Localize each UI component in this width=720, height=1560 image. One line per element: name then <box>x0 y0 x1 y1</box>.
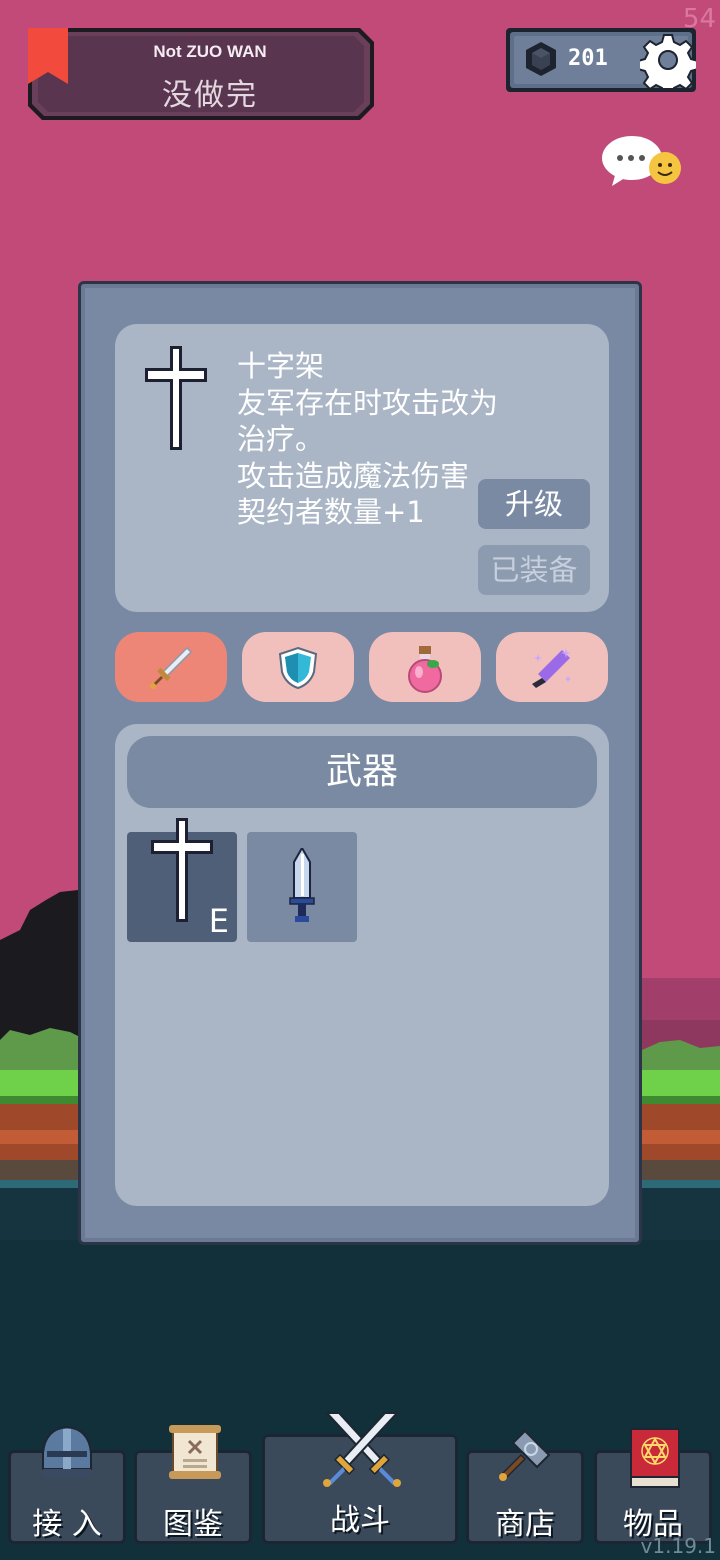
nav-codex-button[interactable]: 图鉴 <box>134 1425 252 1544</box>
nav-shop-label: 商店 <box>495 1507 555 1542</box>
hammer-icon <box>499 1429 551 1481</box>
description-line: 治疗。 <box>237 422 325 456</box>
gem-icon <box>526 42 556 76</box>
upgrade-button[interactable]: 升级 <box>478 479 590 529</box>
tab-armor[interactable] <box>242 632 354 702</box>
helmet-icon <box>42 1425 92 1477</box>
inventory-panel: 武器 E <box>115 724 609 1206</box>
bookmark-icon <box>28 28 68 84</box>
save-title-cn: 没做完 <box>162 78 258 113</box>
crossed-swords-icon <box>323 1412 401 1487</box>
tab-magic[interactable] <box>496 632 608 702</box>
category-tabs <box>115 632 609 702</box>
item-detail-card: 十字架 友军存在时攻击改为 治疗。 攻击造成魔法伤害 契约者数量+1 升级 已装… <box>115 324 609 612</box>
nav-shop-button[interactable]: 商店 <box>466 1429 584 1544</box>
nav-access-label: 接 入 <box>32 1507 102 1542</box>
save-title-plate[interactable]: Not ZUO WAN 没做完 <box>28 28 374 120</box>
gear-icon[interactable] <box>640 32 696 88</box>
version-label: v1.19.1 <box>640 1534 716 1558</box>
sword-icon <box>150 646 193 689</box>
nav-codex-label: 图鉴 <box>163 1507 223 1542</box>
nav-battle-label: 战斗 <box>330 1503 390 1538</box>
inventory-header: 武器 <box>127 736 597 808</box>
equipped-button[interactable]: 已装备 <box>478 545 590 595</box>
tab-weapons[interactable] <box>115 632 227 702</box>
inventory-slot-dagger[interactable] <box>247 832 357 942</box>
inventory-slot-cross[interactable]: E <box>127 818 237 942</box>
dagger-icon <box>289 848 315 922</box>
equipped-badge: E <box>208 902 229 940</box>
nav-items-button[interactable]: 物品 <box>594 1428 712 1544</box>
potion-icon <box>408 646 442 693</box>
chat-icon[interactable] <box>600 132 686 192</box>
nav-access-button[interactable]: 接 入 <box>8 1425 126 1544</box>
cross-icon <box>151 818 213 922</box>
tab-potions[interactable] <box>369 632 481 702</box>
scroll-icon <box>169 1425 221 1479</box>
currency-box: 201 <box>506 28 696 92</box>
description-line: 友军存在时攻击改为 <box>237 385 499 420</box>
bottom-nav: 接 入 图鉴 战斗 商店 物品 <box>0 1400 720 1560</box>
currency-value: 201 <box>568 46 608 71</box>
spellbook-icon <box>630 1428 680 1488</box>
item-name: 十字架 <box>237 349 325 383</box>
cross-icon <box>145 346 207 450</box>
shield-icon <box>278 646 318 690</box>
item-panel: 十字架 友军存在时攻击改为 治疗。 攻击造成魔法伤害 契约者数量+1 升级 已装… <box>78 281 642 1245</box>
nav-battle-button[interactable]: 战斗 <box>262 1412 458 1544</box>
magic-wand-icon <box>532 648 571 688</box>
save-title-en: Not ZUO WAN <box>153 42 267 61</box>
